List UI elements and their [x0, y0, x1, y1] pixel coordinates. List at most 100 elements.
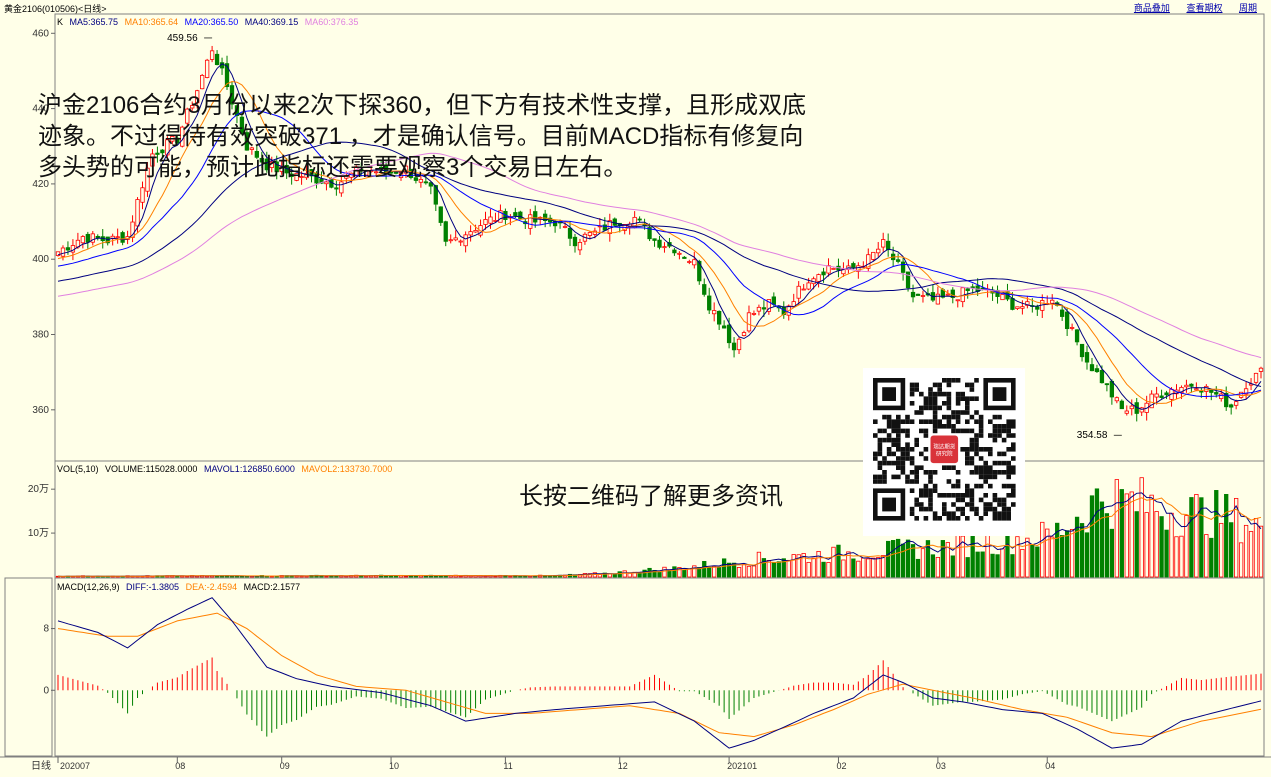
qr-module [928, 506, 933, 512]
price-tick-label: 400 [32, 254, 49, 265]
qr-module [923, 401, 929, 406]
qr-module [969, 488, 975, 493]
qr-module [905, 428, 910, 434]
candle [65, 247, 71, 251]
qr-module [1001, 470, 1007, 475]
volume-bar [1089, 495, 1095, 578]
price-legend: K MA5:365.75 MA10:365.64 MA20:365.50 MA4… [57, 17, 362, 27]
qr-module [919, 488, 924, 493]
qr-module [951, 483, 956, 489]
qr-module [1006, 516, 1011, 521]
date-tick-label: 04 [1045, 761, 1055, 771]
volume-bar [662, 566, 667, 578]
qr-module [891, 419, 896, 424]
candle [1154, 393, 1159, 398]
qr-module [928, 474, 933, 480]
qr-module [955, 428, 961, 434]
qr-module [992, 493, 998, 498]
candle [970, 286, 975, 289]
qr-module [965, 428, 970, 434]
date-tick-label: 09 [280, 761, 290, 771]
volume-bar [776, 561, 781, 578]
volume-bar [881, 555, 886, 578]
volume-bar [508, 575, 513, 578]
volume-bar [458, 575, 463, 578]
candle [1194, 388, 1199, 391]
qr-code[interactable]: 瑞达期货 研究院 [863, 368, 1025, 536]
candle [60, 247, 66, 257]
qr-module [969, 456, 975, 461]
qr-module [983, 511, 988, 516]
candle [85, 233, 90, 243]
qr-module [886, 447, 892, 452]
qr-module [873, 419, 878, 424]
qr-module [988, 483, 993, 489]
volume-bar [682, 569, 687, 578]
qr-module [974, 378, 979, 383]
legend-ma40: MA40:369.15 [244, 17, 299, 27]
candle [140, 187, 145, 203]
macd-legend: MACD(12,26,9) DIFF:-1.3805 DEA:-2.4594 M… [57, 582, 304, 592]
candle [1184, 384, 1189, 388]
volume-bar [1040, 521, 1045, 578]
volume-bar [1189, 497, 1194, 578]
qr-module [969, 460, 975, 466]
candle [895, 259, 901, 262]
qr-module [992, 497, 998, 503]
qr-module [951, 378, 956, 383]
volume-bar [702, 560, 707, 578]
volume-bar [493, 575, 498, 578]
qr-module [955, 483, 961, 489]
ma60-line [57, 152, 1262, 359]
candle [851, 263, 856, 268]
volume-bar [717, 566, 722, 578]
date-tick-label: 202007 [60, 761, 90, 771]
volume-bar [985, 534, 990, 578]
qr-module [955, 410, 961, 415]
candle [652, 238, 657, 241]
qr-module [1001, 511, 1007, 516]
legend-diff: DIFF:-1.3805 [126, 582, 180, 592]
qr-module [965, 405, 970, 411]
qr-module [896, 460, 901, 466]
qr-module [877, 465, 883, 470]
qr-module [873, 451, 878, 457]
candle [1020, 306, 1025, 309]
qr-module [882, 479, 887, 484]
qr-module [919, 451, 924, 457]
qr-module [909, 488, 915, 493]
qr-module [965, 419, 970, 424]
qr-module [988, 465, 993, 470]
volume-bar [890, 540, 896, 578]
qr-module [997, 502, 1002, 507]
legend-volume: VOLUME:115028.0000 [105, 464, 198, 474]
candle [821, 271, 826, 276]
qr-module [988, 447, 993, 452]
qr-module [983, 465, 988, 470]
qr-module [928, 396, 933, 401]
qr-module [928, 401, 933, 406]
volume-bar [1030, 544, 1035, 578]
candle [204, 59, 210, 78]
candle [816, 274, 821, 282]
period-label: 日线 [31, 759, 51, 772]
qr-module [974, 419, 979, 424]
qr-module [891, 474, 896, 480]
qr-module [946, 424, 952, 429]
volume-bar [622, 570, 627, 578]
macd-frame [54, 577, 1265, 757]
candle [572, 236, 578, 247]
qr-module [1001, 497, 1007, 503]
volume-bar [518, 575, 523, 578]
qr-module [992, 428, 998, 434]
qr-module [914, 442, 919, 447]
volume-bar [1154, 511, 1159, 578]
qr-module [932, 419, 938, 424]
volume-bar [657, 572, 662, 578]
qr-module [882, 460, 887, 466]
qr-module [997, 451, 1002, 457]
volume-bar [831, 546, 836, 578]
qr-module [965, 456, 970, 461]
candle [682, 256, 687, 259]
date-tick-label: 10 [389, 761, 399, 771]
